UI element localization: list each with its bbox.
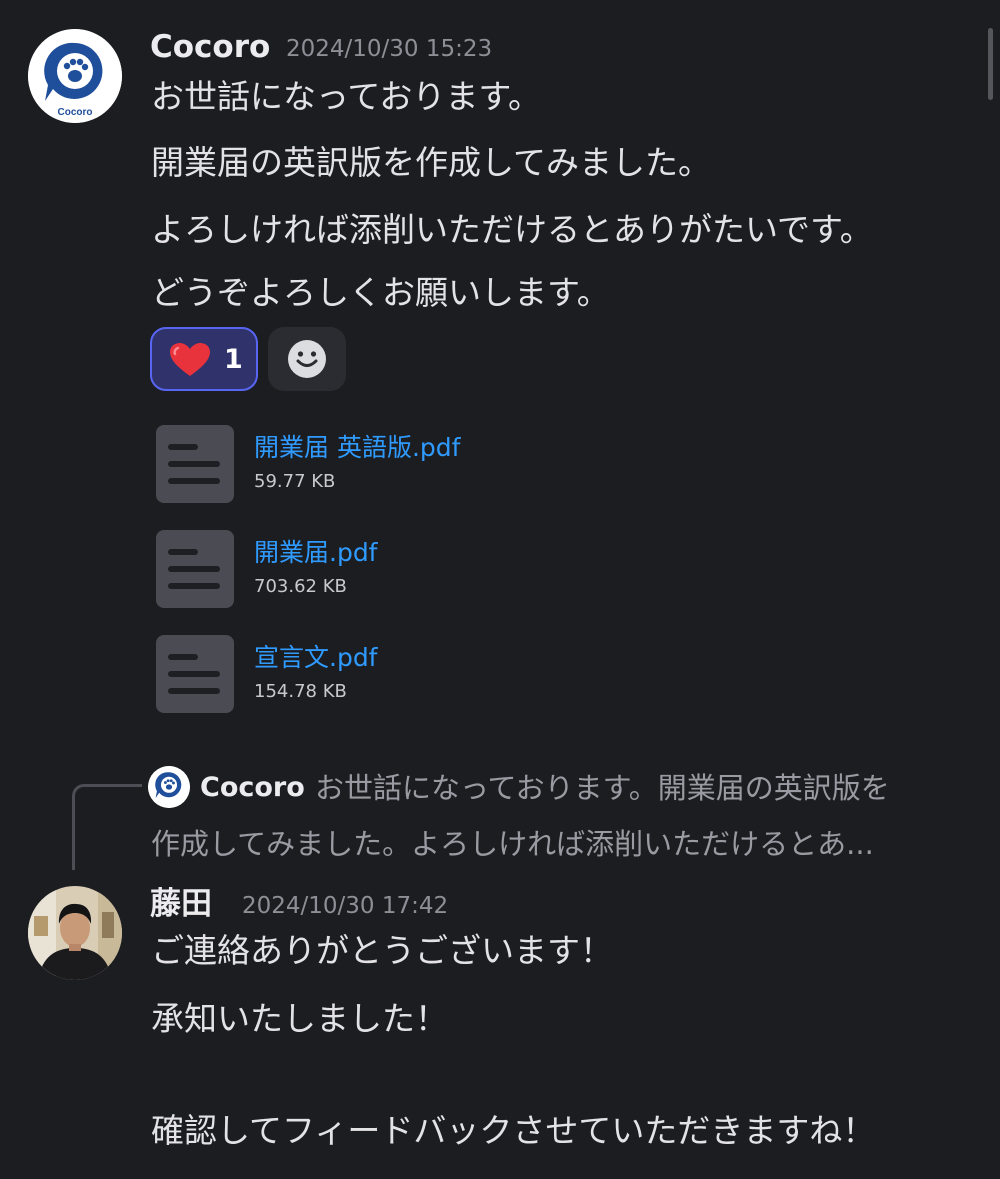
message-timestamp: 2024/10/30 17:42 — [242, 893, 449, 919]
reaction-heart-button[interactable]: 1 — [150, 327, 258, 391]
attachment-filename-link[interactable]: 宣言文.pdf — [254, 645, 378, 670]
message-timestamp: 2024/10/30 15:23 — [286, 36, 493, 62]
attachment-item[interactable]: 宣言文.pdf 154.78 KB — [156, 635, 556, 715]
document-file-icon — [156, 425, 234, 503]
heart-icon — [170, 343, 210, 376]
reply-preview-text[interactable]: お世話になっております。開業届の英訳版を — [315, 774, 890, 803]
scrollbar-thumb[interactable] — [988, 28, 993, 100]
message-author[interactable]: Cocoro — [150, 32, 270, 63]
message-text-line: 承知いたしました！ — [151, 999, 448, 1038]
document-file-icon — [156, 635, 234, 713]
message-text-line: 確認してフィードバックさせていただきますね！ — [151, 1111, 876, 1150]
attachment-filename-link[interactable]: 開業届.pdf — [254, 540, 378, 565]
add-reaction-button[interactable] — [268, 327, 346, 391]
avatar-cocoro[interactable]: Cocoro — [28, 29, 122, 123]
attachment-filesize: 703.62 KB — [254, 576, 347, 597]
user-photo-icon — [28, 886, 122, 980]
cocoro-logo-text: Cocoro — [58, 107, 93, 118]
message-author[interactable]: 藤田 — [150, 889, 212, 920]
attachment-item[interactable]: 開業届 英語版.pdf 59.77 KB — [156, 425, 556, 505]
document-file-icon — [156, 530, 234, 608]
attachment-filesize: 154.78 KB — [254, 681, 347, 702]
reply-preview-text[interactable]: 作成してみました。よろしければ添削いただけるとあ... — [151, 830, 874, 859]
attachment-filename-link[interactable]: 開業届 英語版.pdf — [254, 435, 460, 460]
message-text-line: お世話になっております。 — [151, 77, 542, 116]
avatar-fujita[interactable] — [28, 886, 122, 980]
reply-author[interactable]: Cocoro — [200, 774, 305, 801]
message-text-line: 開業届の英訳版を作成してみました。 — [151, 143, 712, 182]
reaction-count: 1 — [224, 344, 243, 375]
reply-avatar-cocoro[interactable] — [148, 766, 190, 808]
message-text-line: ご連絡ありがとうございます！ — [151, 931, 613, 970]
cocoro-logo-icon — [148, 766, 190, 808]
attachment-item[interactable]: 開業届.pdf 703.62 KB — [156, 530, 556, 610]
message-text-line: よろしければ添削いただけるとありがたいです。 — [151, 210, 873, 249]
attachment-filesize: 59.77 KB — [254, 471, 336, 492]
cocoro-logo-icon: Cocoro — [28, 29, 122, 123]
smiley-add-reaction-icon — [288, 340, 326, 378]
reply-connector-line — [72, 784, 142, 870]
message-text-line: どうぞよろしくお願いします。 — [151, 273, 610, 312]
